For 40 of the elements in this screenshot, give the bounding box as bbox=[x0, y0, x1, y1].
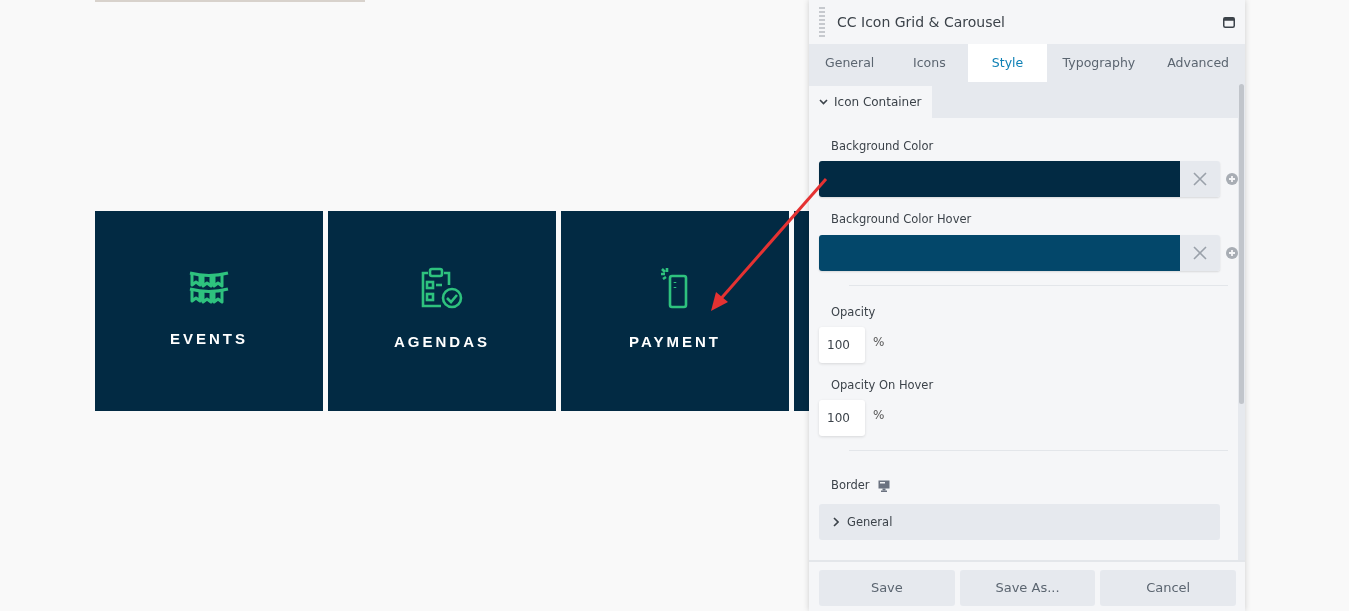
close-icon bbox=[1193, 172, 1207, 187]
clipboard-check-icon bbox=[420, 266, 464, 309]
drag-handle[interactable] bbox=[819, 7, 825, 37]
bunting-icon bbox=[188, 269, 230, 306]
tab[interactable]: Icons bbox=[890, 44, 969, 82]
footer-button[interactable]: Cancel bbox=[1100, 570, 1236, 606]
field-label: Background Color bbox=[831, 138, 935, 155]
desktop-icon[interactable] bbox=[877, 479, 890, 492]
plus-icon[interactable] bbox=[1226, 173, 1238, 186]
footer-button[interactable]: Save As... bbox=[959, 570, 1096, 606]
field-label: Background Color Hover bbox=[831, 211, 973, 229]
number-field[interactable]: 100 bbox=[819, 400, 865, 436]
color-picker[interactable] bbox=[819, 161, 1220, 198]
chevron-icon bbox=[833, 517, 839, 528]
footer-button[interactable]: Save bbox=[819, 570, 955, 606]
plus-icon[interactable] bbox=[1226, 246, 1238, 259]
number-field[interactable]: 100 bbox=[819, 326, 865, 363]
section-header[interactable]: Icon Container bbox=[809, 86, 932, 118]
collapsible-group[interactable]: General bbox=[819, 504, 1220, 541]
scrollbar-thumb[interactable] bbox=[1239, 84, 1244, 404]
clear-button[interactable] bbox=[1180, 234, 1220, 271]
tab[interactable]: Typography bbox=[1046, 44, 1152, 82]
unit-label: % bbox=[873, 407, 885, 424]
color-picker[interactable] bbox=[819, 234, 1220, 271]
tab[interactable]: General bbox=[809, 44, 891, 82]
field-label: Border bbox=[831, 477, 870, 494]
tab[interactable]: Advanced bbox=[1151, 44, 1245, 82]
tab[interactable]: Style bbox=[968, 44, 1047, 82]
unit-label: % bbox=[873, 333, 885, 351]
chevron-icon bbox=[819, 99, 828, 105]
panel-title: CC Icon Grid & Carousel bbox=[837, 12, 1006, 32]
phone-tap-icon bbox=[660, 266, 690, 309]
tile-label: AGENDAS bbox=[394, 331, 490, 352]
clear-button[interactable] bbox=[1180, 161, 1220, 198]
field-label: Opacity On Hover bbox=[831, 376, 935, 394]
tile-label: EVENTS bbox=[170, 328, 248, 349]
close-icon bbox=[1193, 245, 1207, 260]
window-icon[interactable] bbox=[1223, 16, 1235, 28]
tile-label: PAYMENT bbox=[629, 331, 721, 352]
field-label: Opacity bbox=[831, 303, 877, 321]
